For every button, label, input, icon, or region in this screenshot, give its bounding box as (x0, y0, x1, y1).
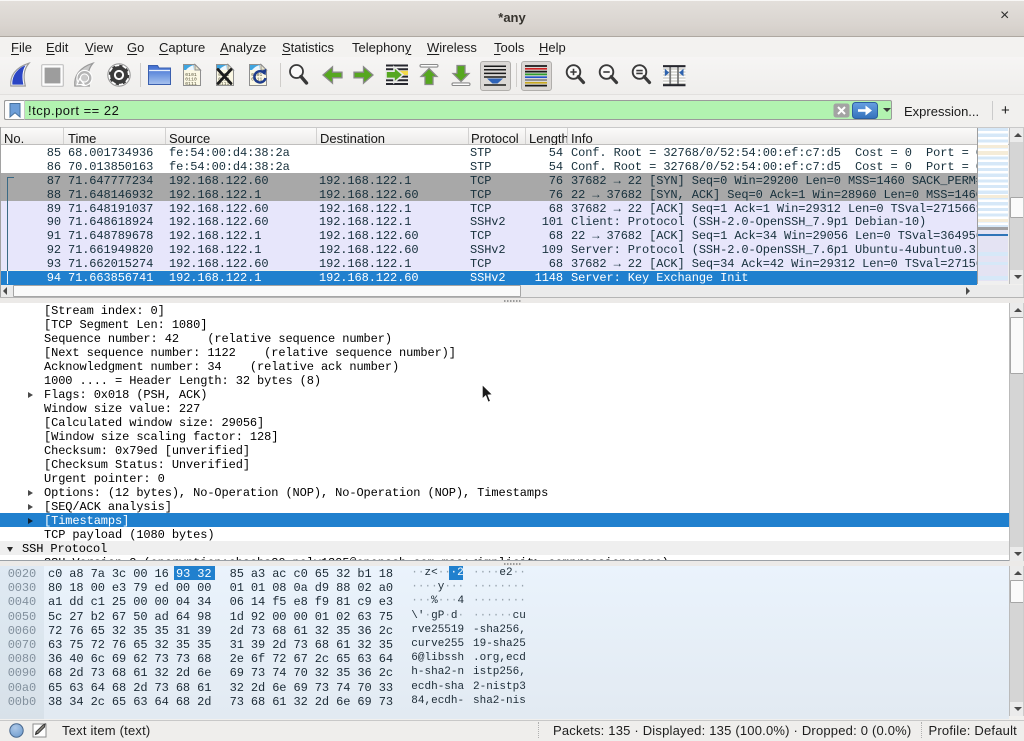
svg-text:0111: 0111 (185, 81, 197, 87)
